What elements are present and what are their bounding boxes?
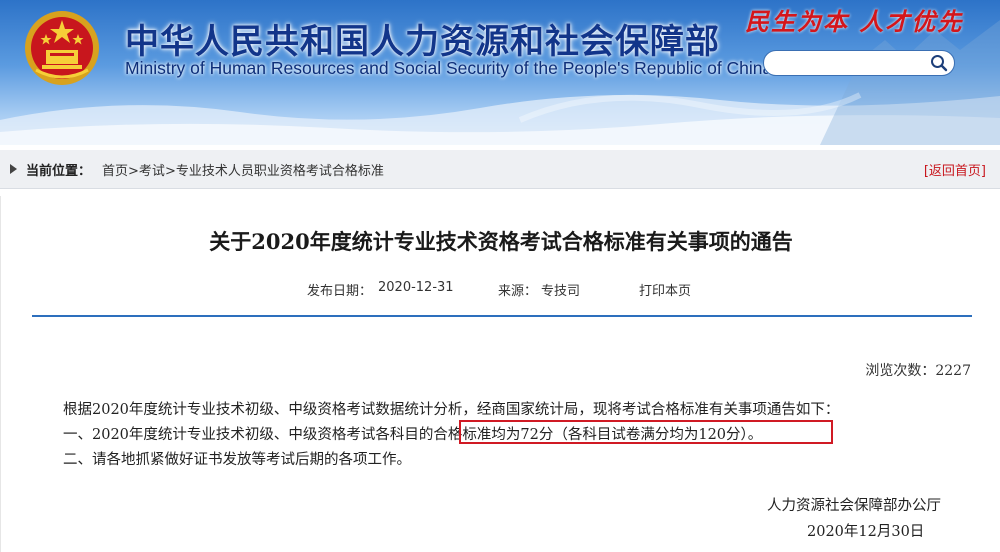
- breadcrumb-separator: >: [128, 164, 139, 179]
- search-box: [763, 50, 955, 76]
- back-home-link[interactable]: [返回首页]: [924, 160, 986, 179]
- view-count-value: 2227: [935, 363, 971, 379]
- title-divider: [32, 315, 972, 317]
- paragraph-intro: 根据2020年度统计专业技术初级、中级资格考试数据统计分析，经商国家统计局，现将…: [63, 402, 840, 418]
- print-page-link[interactable]: 打印本页: [639, 280, 691, 299]
- view-count-label: 浏览次数：: [865, 363, 936, 379]
- article-content: 关于2020年度统计专业技术资格考试合格标准有关事项的通告 发布日期： 2020…: [0, 196, 1000, 552]
- publish-date: 2020-12-31: [378, 280, 454, 295]
- ministry-title-cn: 中华人民共和国人力资源和社会保障部: [125, 22, 720, 62]
- slogan-text: 民生为本 人才优先: [745, 7, 964, 36]
- national-emblem-icon: [25, 11, 99, 85]
- source-label: 来源：: [498, 284, 538, 299]
- highlight-box: [459, 420, 833, 444]
- breadcrumb-link-current[interactable]: 专业技术人员职业资格考试合格标准: [176, 164, 384, 179]
- search-icon[interactable]: [930, 54, 948, 72]
- source-value: 专技司: [541, 284, 581, 299]
- site-header: 中华人民共和国人力资源和社会保障部 Ministry of Human Reso…: [0, 0, 1000, 145]
- breadcrumb-separator: >: [164, 164, 176, 179]
- paragraph-item-2: 二、请各地抓紧做好证书发放等考试后期的各项工作。: [63, 452, 411, 468]
- triangle-right-icon: [10, 164, 17, 174]
- breadcrumb-link-exam[interactable]: 考试: [139, 164, 165, 179]
- issuer-signature: 人力资源社会保障部办公厅: [767, 498, 941, 514]
- view-count: 浏览次数：2227: [865, 360, 971, 380]
- ministry-title-en: Ministry of Human Resources and Social S…: [125, 58, 773, 78]
- breadcrumb-path: 首页>考试>专业技术人员职业资格考试合格标准: [102, 160, 384, 179]
- breadcrumb-label: 当前位置：: [26, 164, 92, 179]
- breadcrumb-link-home[interactable]: 首页: [102, 164, 128, 179]
- publish-date-label: 发布日期：: [307, 284, 373, 299]
- article-title: 关于2020年度统计专业技术资格考试合格标准有关事项的通告: [209, 229, 793, 254]
- breadcrumb: 当前位置： 首页>考试>专业技术人员职业资格考试合格标准 [返回首页]: [0, 150, 1000, 189]
- issue-date: 2020年12月30日: [807, 524, 925, 540]
- search-input[interactable]: [776, 54, 930, 74]
